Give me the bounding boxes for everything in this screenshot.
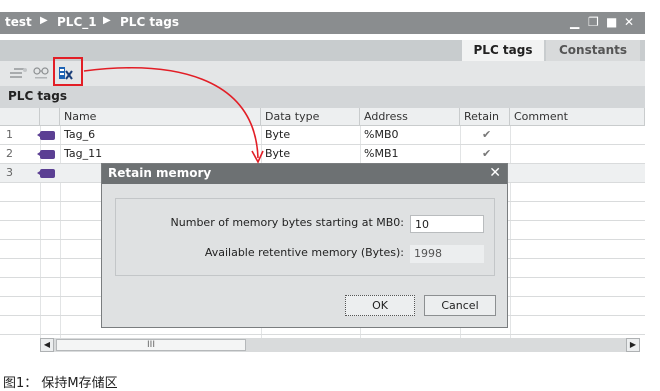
- annotation-arrow: [83, 67, 264, 164]
- figure-caption: 图1： 保持M存储区: [3, 376, 118, 391]
